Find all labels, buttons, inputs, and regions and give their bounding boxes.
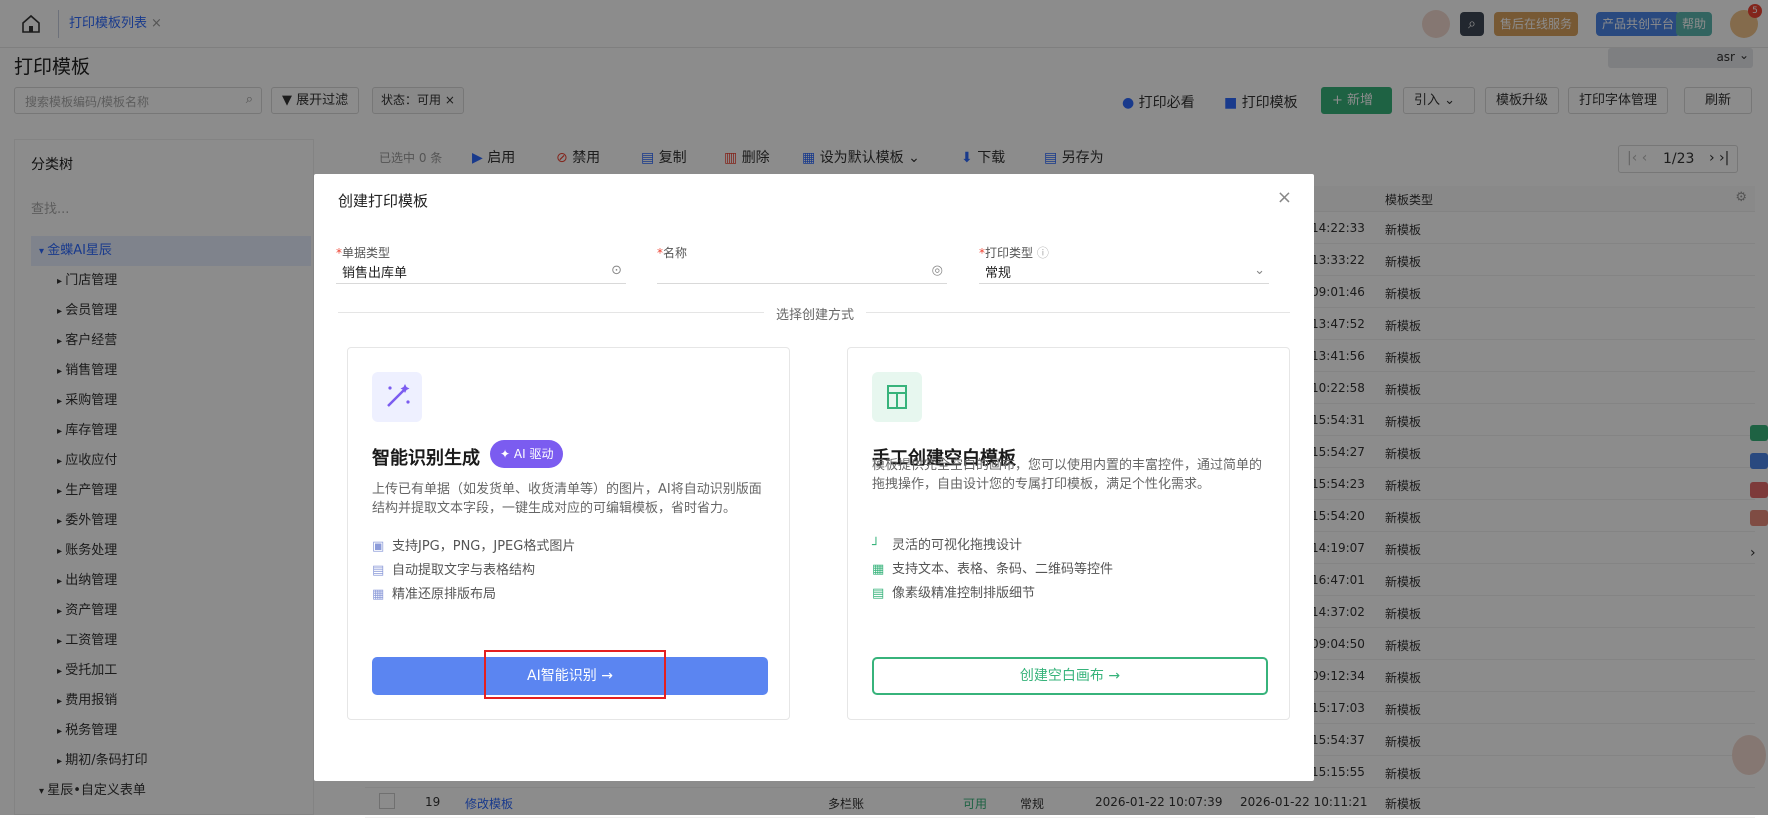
document-icon: ▤: [372, 563, 385, 578]
more-icon[interactable]: ⊙: [611, 263, 622, 278]
ai-feature-1: ▣ 支持JPG，PNG，JPEG格式图片: [372, 535, 575, 554]
image-icon: ▣: [372, 539, 385, 554]
ai-card-description: 上传已有单据（如发货单、收货清单等）的图片，AI将自动识别版面结构并提取文本字段…: [372, 482, 762, 516]
print-type-select[interactable]: 常规 ⌄: [979, 258, 1269, 284]
magic-wand-icon: [372, 372, 422, 422]
manual-create-card[interactable]: 手工创建空白模板 模板提供完全空白的画布，您可以使用内置的丰富控件，通过简单的拖…: [847, 347, 1290, 720]
ai-feature-1-label: 支持JPG，PNG，JPEG格式图片: [392, 539, 576, 554]
layout-icon: [872, 372, 922, 422]
sparkle-icon: ✦: [500, 447, 511, 461]
ai-badge: ✦ AI 驱动: [490, 440, 564, 468]
translate-icon[interactable]: ◎: [932, 263, 943, 278]
ai-card-title: 智能识别生成: [372, 448, 480, 469]
manual-feature-1: ┘ 灵活的可视化拖拽设计: [872, 534, 1022, 553]
print-type-field: *打印类型 ⓘ 常规 ⌄: [979, 244, 1269, 284]
manual-card-description: 模板提供完全空白的画布，您可以使用内置的丰富控件，通过简单的拖拽操作，自由设计您…: [872, 458, 1263, 492]
manual-feature-3-label: 像素级精准控制排版细节: [892, 586, 1036, 601]
manual-feature-3: ▤ 像素级精准控制排版细节: [872, 582, 1035, 601]
grid-icon: ▦: [372, 587, 385, 602]
ai-feature-3-label: 精准还原排版布局: [392, 587, 497, 602]
ai-badge-label: AI 驱动: [513, 447, 554, 461]
ai-feature-3: ▦ 精准还原排版布局: [372, 583, 496, 602]
name-input[interactable]: ◎: [657, 258, 947, 284]
name-field: *名称 ◎: [657, 244, 947, 284]
close-icon[interactable]: ×: [1277, 187, 1292, 208]
drag-icon: ┘: [872, 538, 880, 553]
dialog-title: 创建打印模板: [338, 192, 429, 210]
doc-type-input[interactable]: 销售出库单 ⊙: [336, 258, 626, 284]
create-template-dialog: 创建打印模板 × *单据类型 销售出库单 ⊙ *名称 ◎ *打印类型 ⓘ 常规 ⌄ …: [314, 174, 1314, 781]
grid-icon: ▦: [872, 562, 885, 577]
manual-feature-1-label: 灵活的可视化拖拽设计: [892, 538, 1023, 553]
manual-feature-2: ▦ 支持文本、表格、条码、二维码等控件: [872, 558, 1113, 577]
document-icon: ▤: [872, 586, 885, 601]
arrow-right-icon: →: [1108, 668, 1121, 684]
highlight-box: [484, 650, 666, 699]
ai-feature-2: ▤ 自动提取文字与表格结构: [372, 559, 535, 578]
print-type-value: 常规: [985, 266, 1012, 281]
doc-type-field: *单据类型 销售出库单 ⊙: [336, 244, 626, 284]
create-blank-canvas-button[interactable]: 创建空白画布 →: [872, 657, 1268, 695]
create-blank-canvas-label: 创建空白画布: [1019, 668, 1104, 684]
manual-feature-2-label: 支持文本、表格、条码、二维码等控件: [892, 562, 1114, 577]
doc-type-value: 销售出库单: [342, 266, 408, 281]
create-method-label: 选择创建方式: [764, 304, 867, 323]
chevron-down-icon: ⌄: [1254, 263, 1265, 278]
ai-feature-2-label: 自动提取文字与表格结构: [392, 563, 536, 578]
